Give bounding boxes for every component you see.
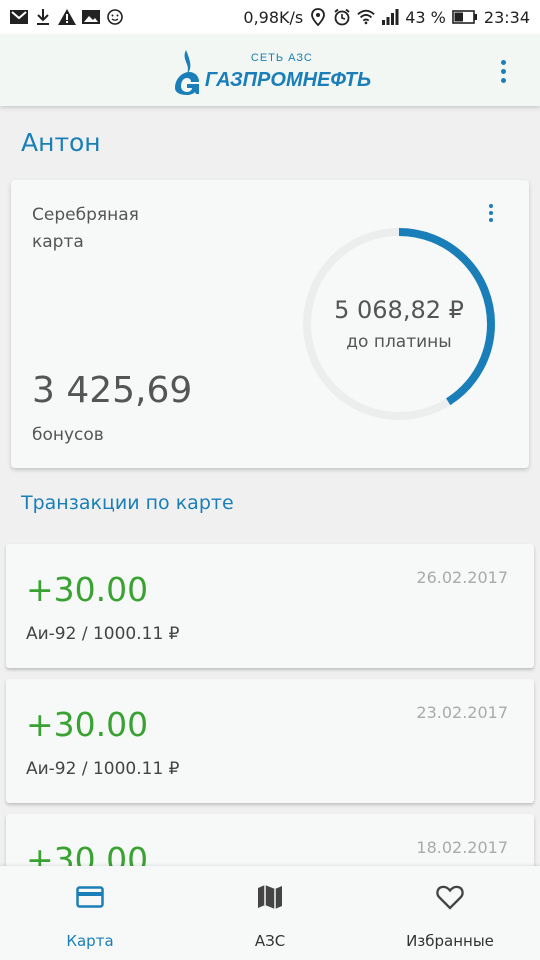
more-vertical-icon[interactable] [488, 56, 518, 86]
transaction-amount: +30.00 [26, 840, 149, 866]
transaction-item[interactable]: +30.00 26.02.2017 Аи-92 / 1000.11 ₽ [6, 544, 534, 668]
transaction-amount: +30.00 [26, 705, 149, 744]
nav-item-card[interactable]: Карта [0, 866, 180, 960]
battery-percent: 43 % [405, 7, 446, 27]
transaction-item[interactable]: +30.00 23.02.2017 Аи-92 / 1000.11 ₽ [6, 679, 534, 803]
face-icon [106, 8, 124, 26]
image-icon [82, 8, 100, 26]
gazpromneft-logo: СЕТЬ АЗС ГАЗПРОМНЕФТЬ [169, 44, 371, 96]
warning-icon [58, 8, 76, 26]
transaction-description: Аи-92 / 1000.11 ₽ [26, 624, 180, 644]
logo-subtitle: СЕТЬ АЗС [250, 52, 313, 64]
card-type: Серебряная карта [32, 205, 139, 252]
status-bar: 0,98K/s 43 % 23:34 [0, 0, 540, 34]
status-bar-left [10, 8, 124, 26]
amount-to-platinum: 5 068,82 ₽ [334, 296, 464, 324]
bottom-navigation: Карта АЗС Избранные [0, 866, 540, 960]
transaction-date: 23.02.2017 [416, 703, 508, 722]
transaction-date: 26.02.2017 [416, 568, 508, 587]
clock: 23:34 [483, 7, 530, 27]
battery-icon [452, 8, 478, 26]
loyalty-card[interactable]: Серебряная карта 5 068,82 ₽ до платины 3… [11, 180, 529, 468]
alarm-icon [333, 8, 351, 26]
gmail-icon [10, 8, 28, 26]
nav-item-stations[interactable]: АЗС [180, 866, 360, 960]
transaction-amount: +30.00 [26, 570, 149, 609]
nav-label-favorites: Избранные [406, 932, 494, 950]
transactions-title: Транзакции по карте [21, 492, 234, 514]
to-platinum-label: до платины [346, 332, 452, 352]
progress-ring [303, 228, 495, 420]
nav-label-card: Карта [66, 932, 114, 950]
nav-item-favorites[interactable]: Избранные [360, 866, 540, 960]
location-icon [309, 8, 327, 26]
user-name: Антон [21, 128, 101, 157]
nav-label-stations: АЗС [254, 932, 286, 950]
heart-icon [435, 882, 465, 912]
app-bar: СЕТЬ АЗС ГАЗПРОМНЕФТЬ [0, 34, 540, 106]
transaction-date: 18.02.2017 [416, 838, 508, 857]
logo-wordmark: ГАЗПРОМНЕФТЬ [204, 69, 372, 91]
download-icon [34, 8, 52, 26]
bonus-balance: 3 425,69 [32, 370, 193, 411]
map-icon [255, 882, 285, 912]
transaction-item[interactable]: +30.00 18.02.2017 [6, 814, 534, 866]
status-bar-right: 0,98K/s 43 % 23:34 [243, 8, 530, 27]
signal-icon [381, 8, 399, 26]
main-content[interactable]: Антон Серебряная карта 5 068,82 ₽ до пла… [0, 106, 540, 866]
flame-logo-icon [174, 50, 199, 95]
transaction-description: Аи-92 / 1000.11 ₽ [26, 759, 180, 779]
network-speed: 0,98K/s [243, 7, 304, 27]
bonus-label: бонусов [32, 425, 104, 445]
wifi-icon [357, 8, 375, 26]
card-icon [75, 882, 105, 912]
